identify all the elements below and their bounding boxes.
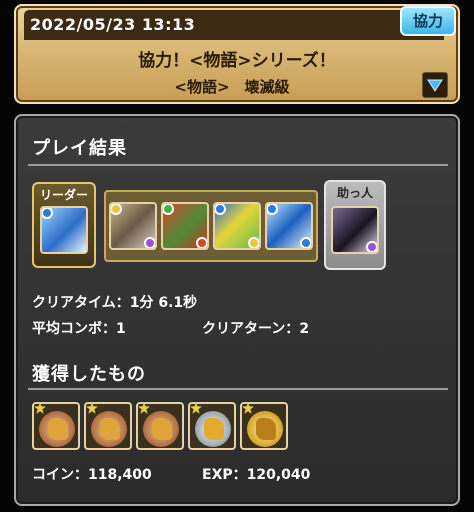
star-icon xyxy=(138,402,150,414)
coin-value: 118,400 xyxy=(88,467,152,483)
leader-label: リーダー xyxy=(39,188,88,202)
dark-haired-girl-portrait[interactable] xyxy=(331,206,379,254)
triangle-down-icon xyxy=(427,79,443,92)
divider xyxy=(28,388,448,390)
quest-header: 2022/05/23 13:13 協力 協力！<物語>シリーズ！ <物語> 壊滅… xyxy=(14,4,460,104)
coin-label: コイン： xyxy=(32,467,88,483)
sub-members-slot xyxy=(104,190,318,262)
bronze-coin-dragon-icon[interactable] xyxy=(32,402,80,450)
blue-white-monster-portrait[interactable] xyxy=(40,206,88,254)
exp-row: EXP：120,040 xyxy=(202,464,310,484)
star-icon xyxy=(242,402,254,414)
clear-turn-value: 2 xyxy=(299,321,310,337)
coop-mode-badge: 協力 xyxy=(400,6,456,36)
quest-subtitle: <物語> 壊滅級 xyxy=(174,78,290,96)
avg-combo-value: 1 xyxy=(116,321,126,337)
star-icon xyxy=(190,402,202,414)
clear-time-value: 1分 6.1秒 xyxy=(129,295,198,311)
blue-ice-warrior-portrait[interactable] xyxy=(265,202,313,250)
bronze-coin-dragon-icon[interactable] xyxy=(136,402,184,450)
star-icon xyxy=(86,402,98,414)
clear-turn-row: クリアターン：2 xyxy=(202,318,309,338)
rewards-title: 獲得したもの xyxy=(32,364,146,385)
avg-combo-label: 平均コンボ： xyxy=(32,321,116,337)
coin-row: コイン：118,400 xyxy=(32,464,152,484)
bronze-coin-dragon-icon[interactable] xyxy=(84,402,132,450)
divider xyxy=(28,164,448,166)
avg-combo-row: 平均コンボ：1 xyxy=(32,318,126,338)
result-panel: プレイ結果 リーダー 助っ人 クリアタイム：1分 6.1秒 平均コンボ：1 クリ… xyxy=(14,114,460,506)
yellow-green-weapon-portrait[interactable] xyxy=(213,202,261,250)
clear-time-row: クリアタイム：1分 6.1秒 xyxy=(32,292,197,312)
clear-turn-label: クリアターン： xyxy=(202,321,300,337)
armored-knight-portrait[interactable] xyxy=(109,202,157,250)
helper-slot: 助っ人 xyxy=(324,180,386,270)
dropdown-button[interactable] xyxy=(422,72,448,98)
helper-label: 助っ人 xyxy=(336,186,373,200)
quest-title: 協力！<物語>シリーズ！ xyxy=(138,51,336,71)
clear-time-label: クリアタイム： xyxy=(32,295,130,311)
star-icon xyxy=(34,402,46,414)
silver-coin-dragon-icon[interactable] xyxy=(188,402,236,450)
play-result-title: プレイ結果 xyxy=(32,138,127,159)
exp-label: EXP： xyxy=(202,467,247,483)
leader-slot: リーダー xyxy=(32,182,96,268)
exp-value: 120,040 xyxy=(246,467,311,483)
gold-coin-dragon-icon[interactable] xyxy=(240,402,288,450)
play-datetime: 2022/05/23 13:13 xyxy=(24,10,444,40)
red-green-dragon-portrait[interactable] xyxy=(161,202,209,250)
